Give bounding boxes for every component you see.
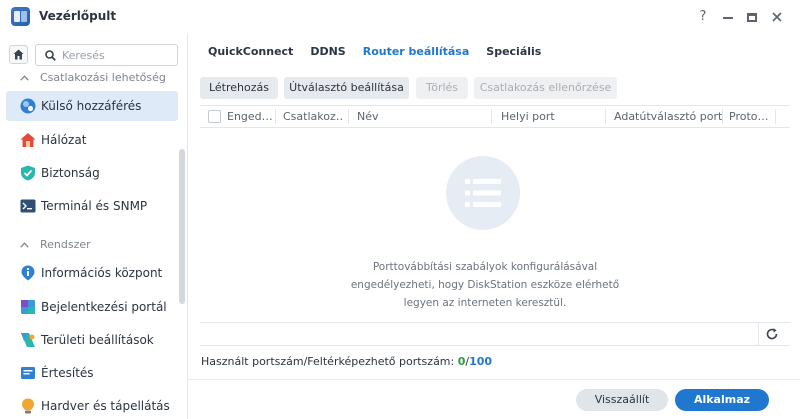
column-header-connection[interactable]: Csatlakoz… — [283, 106, 343, 127]
external-access-icon — [20, 98, 36, 114]
help-button[interactable]: ? — [692, 7, 714, 27]
sidebar-item-label: Terminál és SNMP — [41, 199, 148, 213]
empty-state-illustration — [446, 156, 520, 230]
refresh-icon[interactable] — [765, 327, 779, 341]
window-title: Vezérlőpult — [39, 9, 117, 23]
close-icon — [772, 12, 782, 22]
minimize-icon — [723, 17, 733, 19]
delete-button[interactable]: Törlés — [416, 77, 468, 99]
maximize-icon — [747, 13, 757, 22]
notification-icon — [21, 367, 35, 379]
sidebar-item-label: Bejelentkezési portál — [41, 300, 167, 314]
sidebar-scrollbar[interactable] — [179, 149, 185, 304]
available-ports-count: 100 — [469, 355, 493, 368]
home-icon — [13, 49, 24, 60]
search-field[interactable] — [35, 44, 178, 66]
sidebar-item-hardware-power[interactable]: Hardver és tápellátás — [6, 391, 178, 419]
sidebar-item-label: Hálózat — [41, 133, 87, 147]
control-panel-app-icon — [11, 7, 30, 26]
port-forwarding-table-header: Enged… Csatlakoz… Név Helyi port Adatútv… — [200, 105, 790, 128]
tab-ddns[interactable]: DDNS — [310, 42, 345, 64]
sidebar-item-regional-settings[interactable]: Területi beállítások — [6, 325, 178, 355]
network-house-icon — [20, 133, 36, 147]
hardware-power-icon — [22, 398, 34, 414]
section-connectivity[interactable]: Csatlakozási lehetőség — [20, 71, 166, 84]
terminal-icon — [20, 199, 36, 213]
minimize-button[interactable] — [717, 7, 739, 27]
port-usage: Használt portszám/Feltérképezhető portsz… — [201, 355, 492, 368]
sidebar-item-info-center[interactable]: Információs központ — [6, 258, 178, 288]
tab-quickconnect[interactable]: QuickConnect — [208, 42, 293, 64]
router-settings-button[interactable]: Útválasztó beállítása — [284, 77, 409, 99]
section-label: Rendszer — [40, 238, 91, 251]
sidebar-item-label: Külső hozzáférés — [41, 99, 142, 113]
table-footer — [200, 322, 790, 346]
sidebar-item-label: Információs központ — [41, 266, 163, 280]
sidebar-item-label: Hardver és tápellátás — [41, 399, 170, 413]
column-header-router-port[interactable]: Adatútválasztó port — [614, 106, 722, 127]
tab-advanced[interactable]: Speciális — [486, 42, 541, 64]
search-icon — [45, 50, 56, 61]
reset-button[interactable]: Visszaállít — [576, 389, 668, 411]
regional-settings-icon — [21, 333, 35, 347]
sidebar-item-label: Értesítés — [41, 366, 94, 380]
info-icon — [21, 265, 35, 281]
sidebar-item-login-portal[interactable]: Bejelentkezési portál — [6, 292, 178, 322]
sidebar-item-label: Területi beállítások — [41, 333, 154, 347]
sidebar-item-network[interactable]: Hálózat — [6, 125, 178, 155]
check-connection-button[interactable]: Csatlakozás ellenőrzése — [474, 77, 617, 99]
select-all-checkbox[interactable] — [208, 110, 221, 123]
close-button[interactable] — [766, 7, 788, 27]
tab-router-settings[interactable]: Router beállítása — [363, 42, 470, 64]
create-button[interactable]: Létrehozás — [200, 77, 278, 99]
column-header-name[interactable]: Név — [357, 106, 487, 127]
shield-icon — [21, 165, 35, 181]
chevron-up-icon — [20, 74, 29, 81]
sidebar: Csatlakozási lehetőség Külső hozzáférés … — [0, 34, 188, 419]
maximize-button[interactable] — [741, 7, 763, 27]
column-header-local-port[interactable]: Helyi port — [501, 106, 601, 127]
column-header-enabled[interactable]: Enged… — [227, 106, 272, 127]
section-system[interactable]: Rendszer — [20, 238, 91, 251]
sidebar-item-label: Biztonság — [41, 166, 100, 180]
apply-button[interactable]: Alkalmaz — [675, 389, 769, 411]
sidebar-item-notification[interactable]: Értesítés — [6, 358, 178, 388]
chevron-up-icon — [20, 241, 29, 248]
login-portal-icon — [21, 300, 35, 314]
section-label: Csatlakozási lehetőség — [40, 71, 166, 84]
sidebar-item-terminal-snmp[interactable]: Terminál és SNMP — [6, 191, 178, 221]
empty-state-message: Porttovábbítási szabályok konfigurálásáv… — [350, 261, 620, 309]
home-button[interactable] — [9, 45, 28, 64]
sidebar-item-external-access[interactable]: Külső hozzáférés — [6, 91, 178, 121]
port-usage-label: Használt portszám/Feltérképezhető portsz… — [201, 355, 455, 368]
column-header-protocol[interactable]: Proto… — [729, 106, 773, 127]
list-icon — [465, 179, 501, 207]
title-bar: Vezérlőpult ? — [0, 0, 800, 34]
search-input[interactable] — [62, 47, 172, 63]
sidebar-item-security[interactable]: Biztonság — [6, 158, 178, 188]
tab-bar: QuickConnect DDNS Router beállítása Spec… — [200, 42, 558, 64]
